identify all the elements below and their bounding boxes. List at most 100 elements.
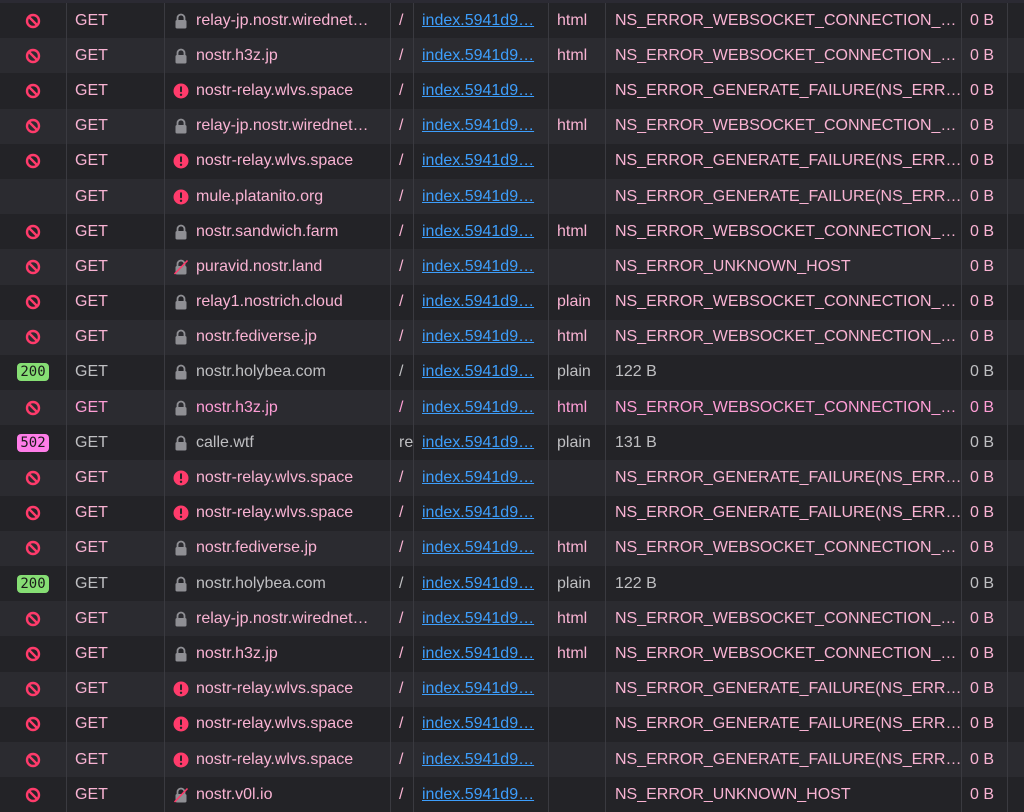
waterfall-cell: [1008, 249, 1024, 284]
initiator-link[interactable]: index.5941d9…: [422, 152, 534, 170]
table-row[interactable]: GET nostr-relay.wlvs.space / index.5941d…: [0, 143, 1024, 179]
domain-cell: nostr.v0l.io: [165, 777, 391, 812]
transferred-cell: NS_ERROR_WEBSOCKET_CONNECTION_…: [606, 390, 962, 426]
size-cell: 0 B: [962, 319, 1008, 355]
initiator-link[interactable]: index.5941d9…: [422, 469, 534, 487]
method-cell: GET: [67, 3, 165, 39]
initiator-link[interactable]: index.5941d9…: [422, 12, 534, 30]
domain-cell: relay-jp.nostr.wirednet…: [165, 601, 391, 637]
initiator-link[interactable]: index.5941d9…: [422, 786, 534, 804]
status-cell: [0, 319, 67, 355]
table-row[interactable]: GET relay-jp.nostr.wirednet… / index.594…: [0, 3, 1024, 39]
initiator-link[interactable]: index.5941d9…: [422, 680, 534, 698]
blocked-icon: [25, 646, 41, 662]
file-cell: /: [391, 671, 414, 707]
initiator-link[interactable]: index.5941d9…: [422, 258, 534, 276]
transferred-cell: NS_ERROR_UNKNOWN_HOST: [606, 249, 962, 285]
status-cell: [0, 636, 67, 672]
initiator-link[interactable]: index.5941d9…: [422, 434, 534, 452]
initiator-link[interactable]: index.5941d9…: [422, 575, 534, 593]
error-icon: [173, 470, 189, 486]
table-row[interactable]: GET nostr.fediverse.jp / index.5941d9… h…: [0, 530, 1024, 566]
table-row[interactable]: GET nostr.h3z.jp / index.5941d9… html NS…: [0, 390, 1024, 426]
table-row[interactable]: GET nostr.h3z.jp / index.5941d9… html NS…: [0, 38, 1024, 74]
initiator-cell: index.5941d9…: [414, 636, 549, 672]
type-cell: [549, 741, 606, 778]
table-row[interactable]: 200 GET nostr.holybea.com / index.5941d9…: [0, 354, 1024, 391]
lock-icon: [173, 48, 189, 64]
initiator-link[interactable]: index.5941d9…: [422, 399, 534, 417]
table-row[interactable]: 200 GET nostr.holybea.com / index.5941d9…: [0, 566, 1024, 602]
type-cell: html: [549, 601, 606, 637]
blocked-icon: [25, 611, 41, 627]
status-cell: [0, 214, 67, 250]
table-row[interactable]: GET nostr.sandwich.farm / index.5941d9… …: [0, 214, 1024, 250]
domain-text: puravid.nostr.land: [196, 257, 323, 275]
table-row[interactable]: GET puravid.nostr.land / index.5941d9… N…: [0, 249, 1024, 285]
transferred-cell: NS_ERROR_WEBSOCKET_CONNECTION_…: [606, 214, 962, 250]
initiator-link[interactable]: index.5941d9…: [422, 645, 534, 663]
status-cell: [0, 284, 67, 320]
initiator-link[interactable]: index.5941d9…: [422, 715, 534, 733]
lock-icon: [173, 329, 189, 345]
domain-text: calle.wtf: [196, 433, 254, 451]
transferred-cell: NS_ERROR_WEBSOCKET_CONNECTION_…: [606, 530, 962, 566]
table-row[interactable]: GET nostr-relay.wlvs.space / index.5941d…: [0, 460, 1024, 496]
initiator-link[interactable]: index.5941d9…: [422, 188, 534, 206]
method-cell: GET: [67, 566, 165, 602]
status-cell: [0, 249, 67, 285]
table-row[interactable]: GET nostr-relay.wlvs.space / index.5941d…: [0, 706, 1024, 742]
type-cell: [549, 495, 606, 531]
file-cell: /: [391, 249, 414, 285]
size-cell: 0 B: [962, 284, 1008, 320]
status-cell: [0, 601, 67, 637]
initiator-link[interactable]: index.5941d9…: [422, 223, 534, 241]
insecure-lock-icon: [173, 259, 189, 275]
initiator-link[interactable]: index.5941d9…: [422, 363, 534, 381]
table-row[interactable]: GET relay1.nostrich.cloud / index.5941d9…: [0, 284, 1024, 320]
transferred-cell: NS_ERROR_WEBSOCKET_CONNECTION_…: [606, 319, 962, 355]
domain-cell: nostr.h3z.jp: [165, 390, 391, 426]
table-row[interactable]: 502 GET calle.wtf re index.5941d9… plain…: [0, 425, 1024, 461]
table-row[interactable]: GET nostr.h3z.jp / index.5941d9… html NS…: [0, 636, 1024, 672]
table-row[interactable]: GET mule.platanito.org / index.5941d9… N…: [0, 178, 1024, 215]
domain-text: mule.platanito.org: [196, 187, 324, 205]
table-row[interactable]: GET nostr-relay.wlvs.space / index.5941d…: [0, 495, 1024, 531]
initiator-cell: index.5941d9…: [414, 249, 549, 285]
initiator-link[interactable]: index.5941d9…: [422, 82, 534, 100]
table-row[interactable]: GET nostr.fediverse.jp / index.5941d9… h…: [0, 319, 1024, 355]
domain-cell: nostr-relay.wlvs.space: [165, 671, 391, 707]
file-cell: /: [391, 143, 414, 179]
table-row[interactable]: GET nostr.v0l.io / index.5941d9… NS_ERRO…: [0, 777, 1024, 812]
table-row[interactable]: GET nostr-relay.wlvs.space / index.5941d…: [0, 671, 1024, 707]
table-row[interactable]: GET relay-jp.nostr.wirednet… / index.594…: [0, 601, 1024, 637]
domain-text: relay1.nostrich.cloud: [196, 293, 343, 311]
table-row[interactable]: GET relay-jp.nostr.wirednet… / index.594…: [0, 108, 1024, 144]
domain-cell: mule.platanito.org: [165, 178, 391, 215]
transferred-cell: NS_ERROR_WEBSOCKET_CONNECTION_…: [606, 636, 962, 672]
status-badge: 200: [17, 574, 49, 593]
domain-text: nostr.h3z.jp: [196, 46, 278, 64]
table-row[interactable]: GET nostr-relay.wlvs.space / index.5941d…: [0, 741, 1024, 778]
initiator-link[interactable]: index.5941d9…: [422, 328, 534, 346]
initiator-link[interactable]: index.5941d9…: [422, 293, 534, 311]
initiator-link[interactable]: index.5941d9…: [422, 47, 534, 65]
table-row[interactable]: GET nostr-relay.wlvs.space / index.5941d…: [0, 73, 1024, 109]
initiator-cell: index.5941d9…: [414, 706, 549, 742]
initiator-link[interactable]: index.5941d9…: [422, 751, 534, 769]
network-request-table: GET relay-jp.nostr.wirednet… / index.594…: [0, 3, 1024, 812]
type-cell: html: [549, 38, 606, 74]
transferred-cell: 131 B: [606, 425, 962, 461]
blocked-icon: [25, 329, 41, 345]
file-cell: /: [391, 214, 414, 250]
method-cell: GET: [67, 636, 165, 672]
lock-icon: [173, 435, 189, 451]
domain-text: nostr.v0l.io: [196, 785, 273, 803]
initiator-link[interactable]: index.5941d9…: [422, 539, 534, 557]
transferred-cell: NS_ERROR_WEBSOCKET_CONNECTION_…: [606, 3, 962, 39]
lock-icon: [173, 13, 189, 29]
initiator-link[interactable]: index.5941d9…: [422, 610, 534, 628]
initiator-link[interactable]: index.5941d9…: [422, 504, 534, 522]
domain-text: nostr-relay.wlvs.space: [196, 680, 354, 698]
initiator-link[interactable]: index.5941d9…: [422, 117, 534, 135]
